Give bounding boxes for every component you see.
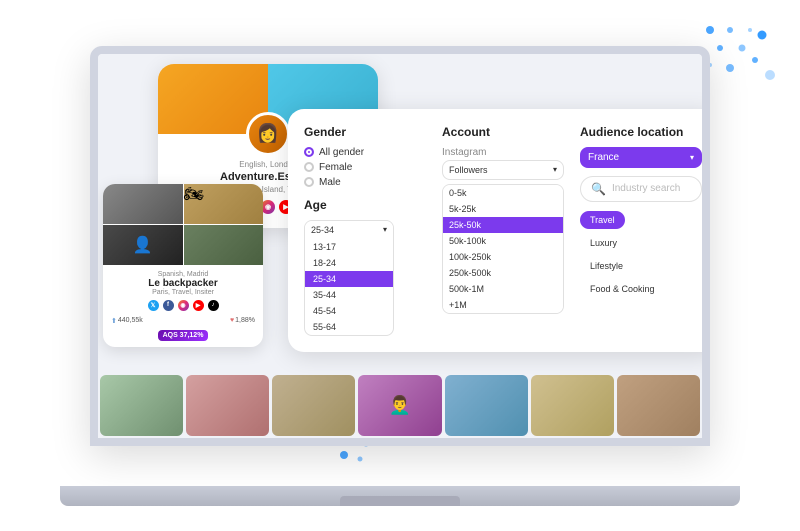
strip-item-5: [445, 375, 528, 436]
industry-search-box[interactable]: 🔍 Industry search: [580, 176, 702, 202]
youtube-icon-2[interactable]: ▶: [193, 300, 204, 311]
gender-female[interactable]: Female: [304, 162, 426, 173]
tag-food-cooking[interactable]: Food & Cooking: [580, 280, 665, 298]
gender-section: Gender All gender Female Male: [304, 125, 426, 336]
age-35-44[interactable]: 35-44: [305, 287, 393, 303]
strip-item-3: [272, 375, 355, 436]
tag-luxury[interactable]: Luxury: [580, 234, 627, 252]
followers-range-list: 0-5k 5k-25k 25k-50k 50k-100k 100k-250k 2…: [442, 184, 564, 314]
photo-grid: 🏍 👤: [103, 184, 263, 265]
facebook-icon-2[interactable]: f: [163, 300, 174, 311]
chevron-down-icon-followers: ▾: [553, 165, 557, 174]
age-dropdown[interactable]: 25-34 ▾ 13-17 18-24 25-34 35-44 45-54 55: [304, 220, 394, 336]
age-25-34[interactable]: 25-34: [305, 271, 393, 287]
location-dropdown[interactable]: France ▾: [580, 147, 702, 168]
gender-male[interactable]: Male: [304, 177, 426, 188]
screen-content: 👩 English, London Adventure.Escape Beach…: [98, 54, 702, 438]
age-45-54[interactable]: 45-54: [305, 303, 393, 319]
range-50k-100k[interactable]: 50k-100k: [443, 233, 563, 249]
photo-2: 🏍: [184, 184, 264, 224]
scene: 👩 English, London Adventure.Escape Beach…: [0, 0, 800, 531]
laptop-screen: 👩 English, London Adventure.Escape Beach…: [90, 46, 710, 446]
industry-search-placeholder: Industry search: [612, 183, 680, 194]
radio-all-gender[interactable]: [304, 147, 314, 157]
account-subtitle: Instagram: [442, 147, 564, 158]
followers-stat: ⬆ 440,55k: [111, 317, 143, 325]
location-value: France: [588, 152, 619, 163]
age-13-17[interactable]: 13-17: [305, 239, 393, 255]
tag-travel[interactable]: Travel: [580, 211, 625, 229]
range-25k-50k[interactable]: 25k-50k: [443, 217, 563, 233]
photo-3: 👤: [103, 225, 183, 265]
audience-section: Audience location France ▾ 🔍 Industry se…: [580, 125, 702, 336]
chevron-down-icon-location: ▾: [690, 153, 694, 162]
bottom-image-strip: 👨‍🦱: [98, 373, 702, 438]
photo-4: [184, 225, 264, 265]
tags-2: Paris, Travel, Insiter: [111, 289, 255, 296]
search-icon: 🔍: [591, 182, 606, 196]
profile-card-2: 🏍 👤 Spanish, Madrid Le backpacker Paris,…: [103, 184, 263, 347]
range-1m-plus[interactable]: +1M: [443, 297, 563, 313]
tag-lifestyle[interactable]: Lifestyle: [580, 257, 633, 275]
twitter-icon-2[interactable]: 𝕏: [148, 300, 159, 311]
avatar: 👩: [246, 112, 290, 156]
engagement-stat: ♥ 1,88%: [230, 317, 255, 325]
industry-tags: Travel Luxury Lifestyle Food & Cooking: [580, 210, 702, 302]
age-list: 13-17 18-24 25-34 35-44 45-54 55-64: [305, 239, 393, 335]
account-section: Account Instagram Followers ▾ 0-5k 5k-25…: [442, 125, 564, 336]
filter-panel: Gender All gender Female Male: [288, 109, 710, 352]
tiktok-icon-2[interactable]: ♪: [208, 300, 219, 311]
gender-all[interactable]: All gender: [304, 147, 426, 158]
strip-item-1: [100, 375, 183, 436]
radio-male[interactable]: [304, 177, 314, 187]
age-dropdown-header[interactable]: 25-34 ▾: [305, 221, 393, 239]
instagram-icon[interactable]: ◉: [261, 200, 275, 214]
gender-title: Gender: [304, 125, 426, 139]
range-250k-500k[interactable]: 250k-500k: [443, 265, 563, 281]
radio-female[interactable]: [304, 162, 314, 172]
photo-1: [103, 184, 183, 224]
laptop-base: [60, 486, 740, 506]
range-100k-250k[interactable]: 100k-250k: [443, 249, 563, 265]
location-2: Spanish, Madrid: [111, 271, 255, 278]
social-icons-2: 𝕏 f ◉ ▶ ♪: [111, 300, 255, 311]
strip-item-4: 👨‍🦱: [358, 375, 441, 436]
profile-info-2: Spanish, Madrid Le backpacker Paris, Tra…: [103, 265, 263, 347]
strip-item-6: [531, 375, 614, 436]
chevron-down-icon: ▾: [383, 225, 387, 234]
account-title: Account: [442, 125, 564, 139]
age-18-24[interactable]: 18-24: [305, 255, 393, 271]
laptop: 👩 English, London Adventure.Escape Beach…: [60, 46, 740, 506]
name-2: Le backpacker: [111, 278, 255, 289]
followers-dropdown[interactable]: Followers ▾: [442, 160, 564, 180]
audience-title: Audience location: [580, 125, 702, 139]
range-5k-25k[interactable]: 5k-25k: [443, 201, 563, 217]
strip-item-7: [617, 375, 700, 436]
range-500k-1m[interactable]: 500k-1M: [443, 281, 563, 297]
age-55-64[interactable]: 55-64: [305, 319, 393, 335]
laptop-notch: [340, 496, 460, 506]
aqs-badge: AQS 37,12%: [158, 330, 209, 341]
age-title: Age: [304, 198, 426, 212]
range-0-5k[interactable]: 0-5k: [443, 185, 563, 201]
stats-2: ⬆ 440,55k ♥ 1,88%: [111, 317, 255, 325]
strip-item-2: [186, 375, 269, 436]
instagram-icon-2[interactable]: ◉: [178, 300, 189, 311]
